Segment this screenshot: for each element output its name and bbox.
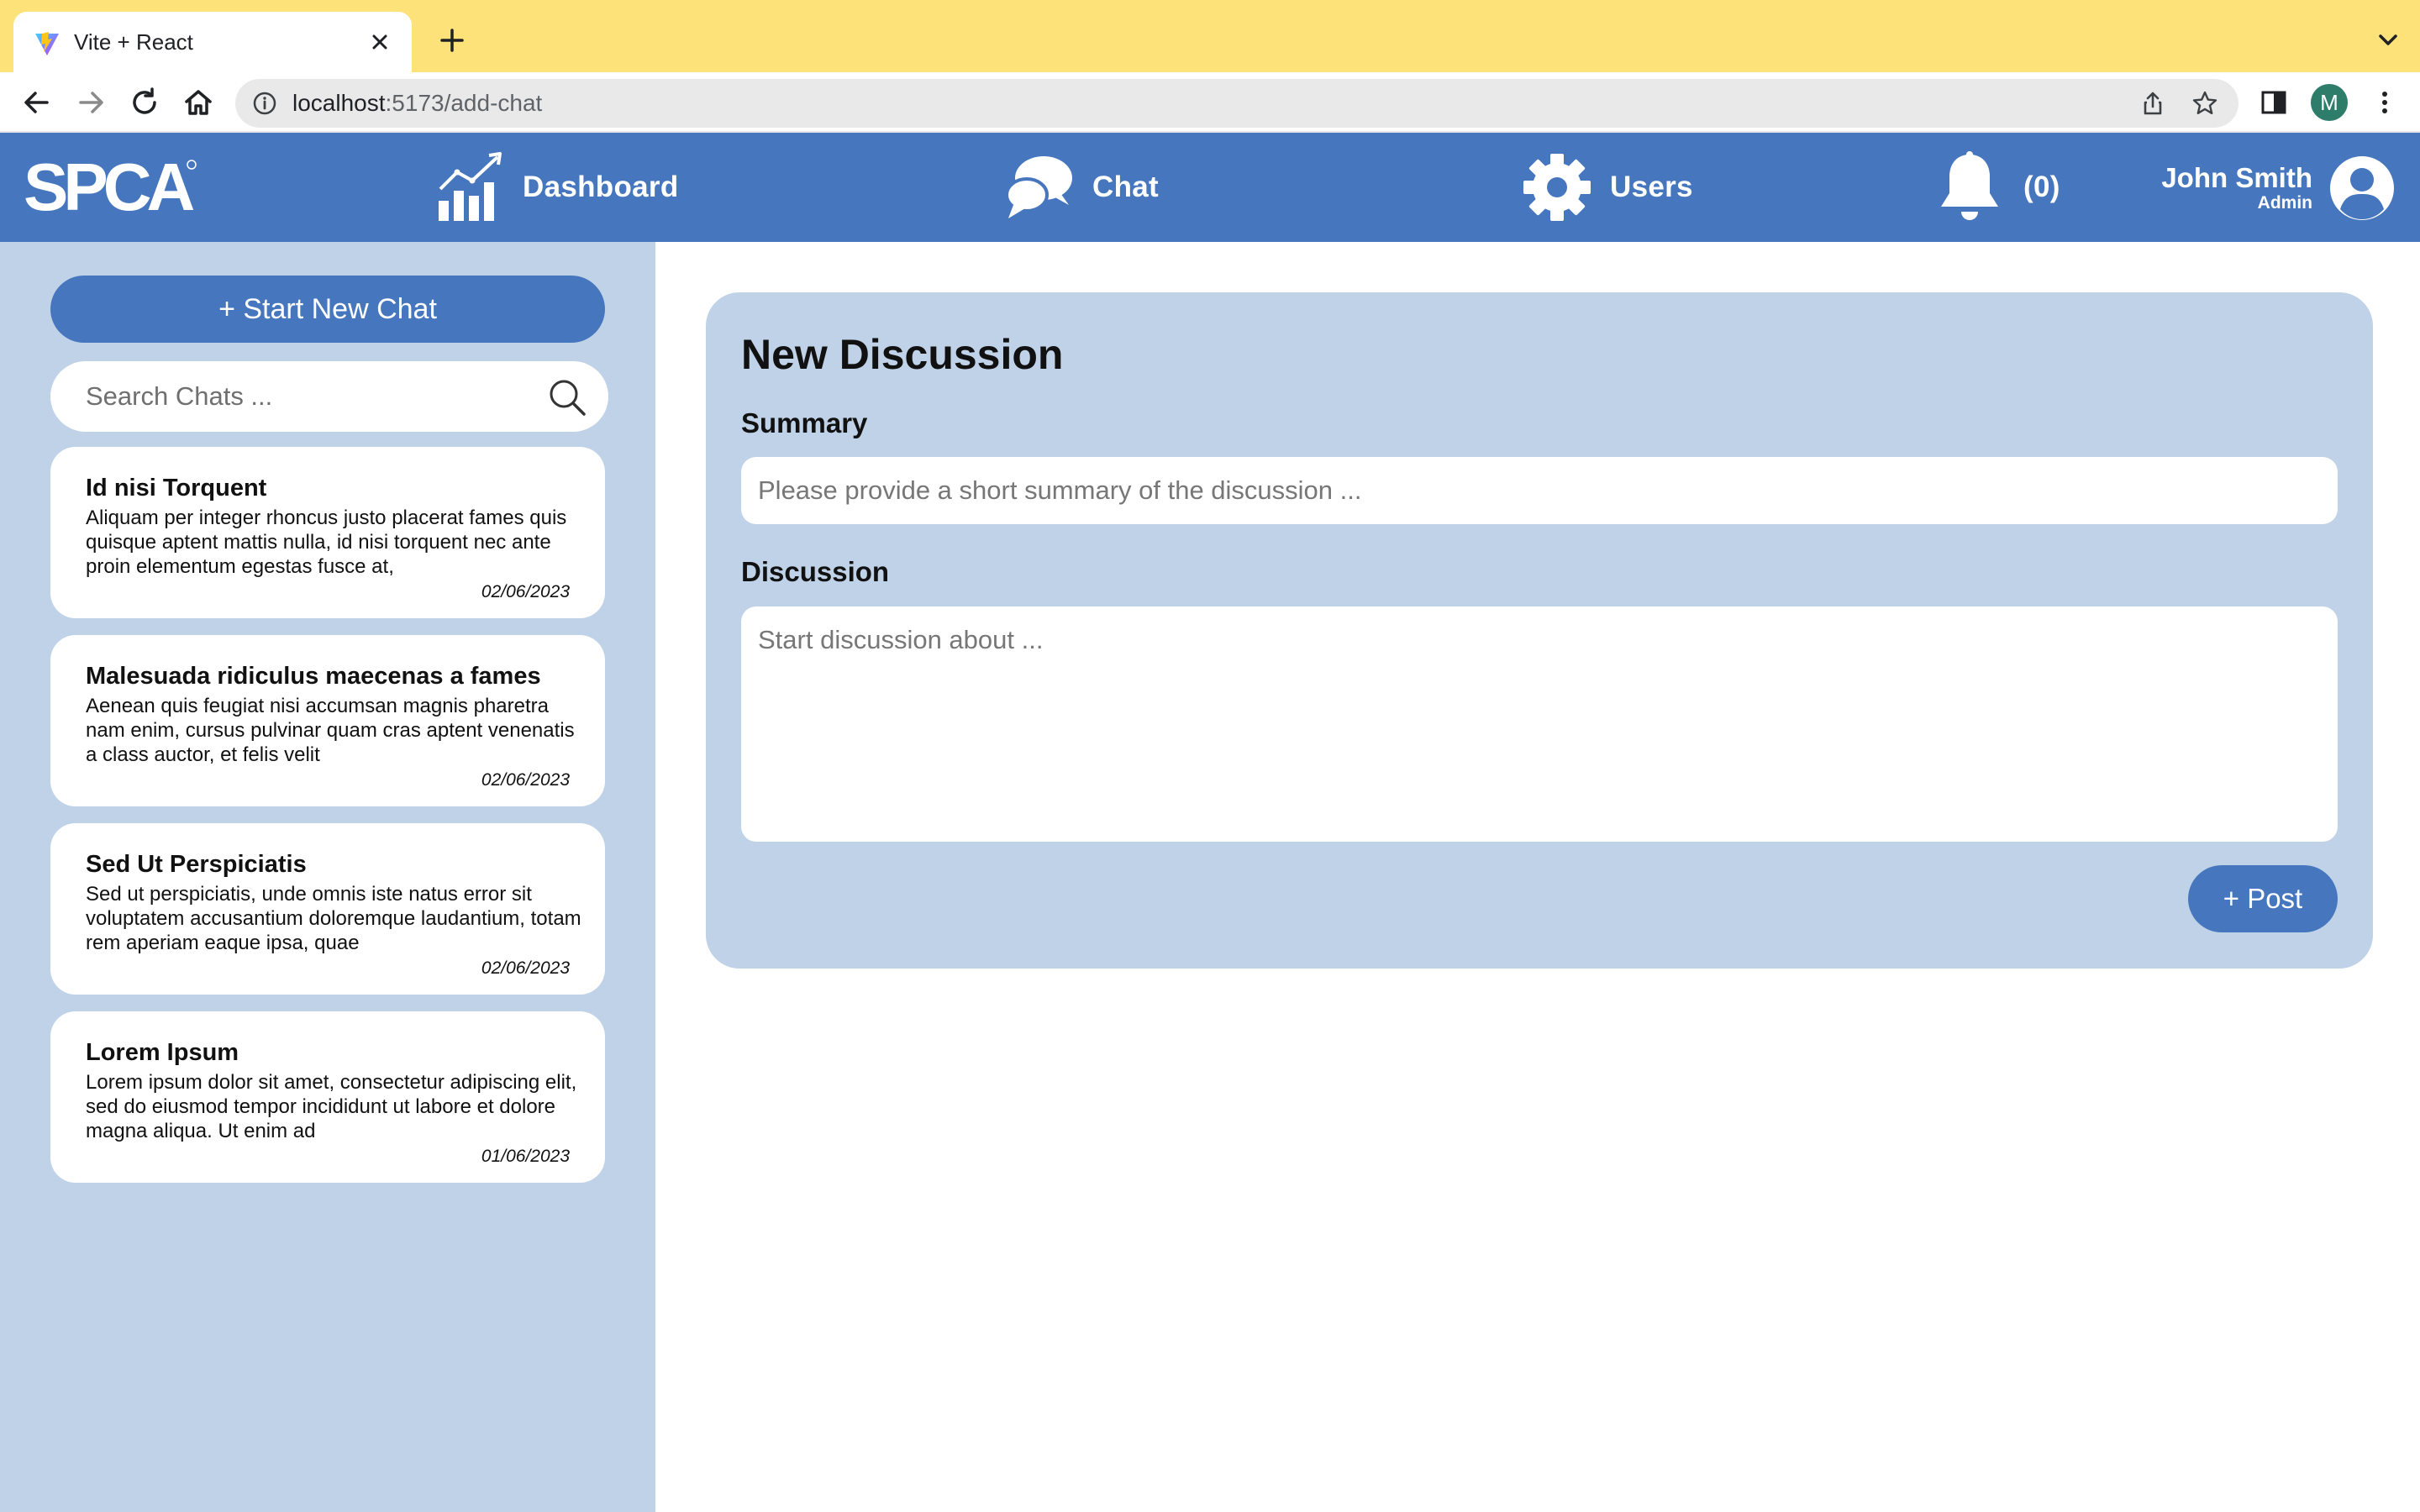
profile-avatar[interactable]: M xyxy=(2311,84,2348,121)
share-icon[interactable] xyxy=(2139,90,2166,117)
user-name: John Smith xyxy=(2161,162,2312,193)
nav-notifications[interactable]: (0) xyxy=(1934,133,2060,242)
bell-icon xyxy=(1941,151,1998,220)
nav-dashboard[interactable]: Dashboard xyxy=(437,133,679,242)
back-arrow-icon[interactable] xyxy=(18,84,55,121)
chat-preview: Aenean quis feugiat nisi accumsan magnis… xyxy=(86,695,575,766)
search-icon[interactable] xyxy=(548,378,587,417)
url-host: localhost xyxy=(292,90,386,116)
chevron-down-icon[interactable] xyxy=(2373,25,2403,55)
user-info: John Smith Admin xyxy=(2161,163,2312,213)
logo-text: SPCA xyxy=(24,153,193,220)
side-panel-icon[interactable] xyxy=(2259,87,2289,118)
search-chats-input[interactable] xyxy=(86,376,539,417)
home-icon[interactable] xyxy=(180,84,217,121)
chat-date: 02/06/2023 xyxy=(481,582,570,601)
user-role: Admin xyxy=(2257,193,2312,213)
search-chats-box xyxy=(50,361,608,432)
chat-date: 02/06/2023 xyxy=(481,770,570,790)
browser-tab-strip: Vite + React xyxy=(0,0,2420,72)
chat-date: 01/06/2023 xyxy=(481,1147,570,1166)
kebab-menu-icon[interactable] xyxy=(2368,86,2402,119)
vite-favicon-icon xyxy=(35,32,59,55)
bar-chart-icon xyxy=(439,152,502,221)
start-new-chat-button[interactable]: + Start New Chat xyxy=(50,276,605,343)
gear-icon xyxy=(1523,154,1591,221)
summary-label: Summary xyxy=(741,407,868,438)
nav-users-label: Users xyxy=(1610,171,1693,203)
user-circle-icon xyxy=(2330,156,2394,220)
discussion-textarea[interactable] xyxy=(741,606,2338,842)
chat-bubbles-icon xyxy=(1005,156,1072,218)
app-header: SPCA Dashboard Chat Users (0) John Smith… xyxy=(0,133,2420,242)
star-icon[interactable] xyxy=(2191,90,2218,117)
forward-arrow-icon[interactable] xyxy=(72,84,109,121)
chat-preview: Lorem ipsum dolor sit amet, consectetur … xyxy=(86,1071,577,1142)
plus-icon[interactable] xyxy=(435,24,469,57)
browser-toolbar: localhost:5173/add-chat M xyxy=(0,72,2420,133)
new-discussion-panel: New Discussion Summary Discussion + Post xyxy=(706,292,2373,969)
reload-icon[interactable] xyxy=(126,84,163,121)
chat-list-item[interactable]: Id nisi Torquent Aliquam per integer rho… xyxy=(50,447,605,618)
chat-title: Id nisi Torquent xyxy=(86,475,267,501)
nav-chat-label: Chat xyxy=(1092,171,1159,203)
chat-list-item[interactable]: Lorem Ipsum Lorem ipsum dolor sit amet, … xyxy=(50,1011,605,1183)
discussion-label: Discussion xyxy=(741,556,890,587)
browser-tab[interactable]: Vite + React xyxy=(13,12,412,72)
chat-preview: Aliquam per integer rhoncus justo placer… xyxy=(86,507,567,578)
post-button[interactable]: + Post xyxy=(2188,865,2338,932)
info-icon[interactable] xyxy=(252,91,277,116)
nav-chat[interactable]: Chat xyxy=(1005,133,1159,242)
nav-dashboard-label: Dashboard xyxy=(523,171,679,203)
chat-title: Lorem Ipsum xyxy=(86,1039,239,1066)
chat-list-item[interactable]: Malesuada ridiculus maecenas a fames Aen… xyxy=(50,635,605,806)
tab-title: Vite + React xyxy=(74,29,193,55)
address-bar[interactable]: localhost:5173/add-chat xyxy=(235,79,2238,128)
summary-input[interactable] xyxy=(741,457,2338,524)
url-path: :5173/add-chat xyxy=(385,90,543,116)
nav-users[interactable]: Users xyxy=(1523,133,1693,242)
url-text[interactable]: localhost:5173/add-chat xyxy=(292,90,542,117)
chat-sidebar: + Start New Chat Id nisi Torquent Aliqua… xyxy=(0,242,655,1512)
spca-logo[interactable]: SPCA xyxy=(24,153,200,220)
user-menu[interactable]: John Smith Admin xyxy=(2161,155,2395,222)
chat-preview: Sed ut perspiciatis, unde omnis iste nat… xyxy=(86,883,581,954)
close-icon[interactable] xyxy=(363,25,397,59)
page-title: New Discussion xyxy=(741,331,1064,378)
notifications-count: (0) xyxy=(2023,171,2060,203)
chat-title: Malesuada ridiculus maecenas a fames xyxy=(86,663,541,690)
chat-title: Sed Ut Perspiciatis xyxy=(86,851,307,878)
chat-list-item[interactable]: Sed Ut Perspiciatis Sed ut perspiciatis,… xyxy=(50,823,605,995)
chat-date: 02/06/2023 xyxy=(481,958,570,978)
